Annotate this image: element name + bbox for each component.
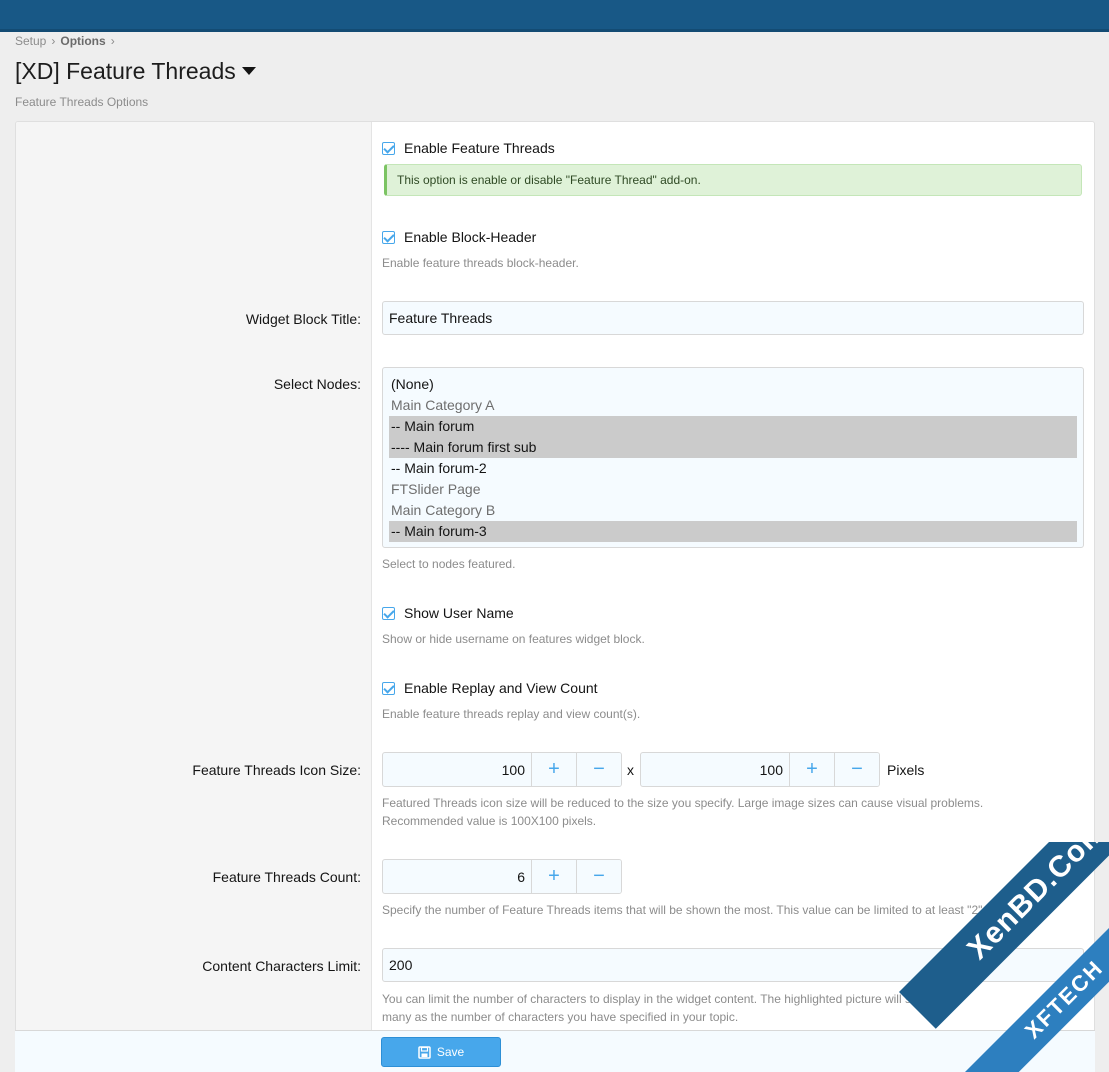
icon-height-input[interactable]: 100 xyxy=(641,753,789,786)
icon-size-hint-line2: Recommended value is 100X100 pixels. xyxy=(382,814,597,828)
icon-size-separator: x xyxy=(627,762,634,778)
icon-size-label: Feature Threads Icon Size: xyxy=(192,762,361,778)
plus-icon[interactable]: + xyxy=(531,753,576,786)
checkbox-checked-icon[interactable] xyxy=(382,606,395,620)
node-option-main-forum-2[interactable]: -- Main forum-2 xyxy=(389,458,1077,479)
show-user-name-label: Show User Name xyxy=(404,605,514,621)
enable-feature-threads-label: Enable Feature Threads xyxy=(404,140,555,156)
label-column xyxy=(16,122,372,1072)
save-button[interactable]: Save xyxy=(381,1037,501,1067)
enable-block-header-hint: Enable feature threads block-header. xyxy=(382,256,579,270)
save-button-label: Save xyxy=(436,1045,465,1059)
enable-replay-view-count-hint: Enable feature threads replay and view c… xyxy=(382,707,641,721)
checkbox-checked-icon[interactable] xyxy=(382,230,395,244)
page-title[interactable]: [XD] Feature Threads xyxy=(15,58,256,85)
node-option-none[interactable]: (None) xyxy=(389,374,1077,395)
select-nodes-listbox[interactable]: (None) Main Category A -- Main forum ---… xyxy=(382,367,1084,548)
node-option-ftslider-page[interactable]: FTSlider Page xyxy=(389,479,1077,500)
icon-height-stepper[interactable]: 100 + − xyxy=(640,752,880,787)
breadcrumb-setup[interactable]: Setup xyxy=(15,34,46,48)
caret-down-icon[interactable] xyxy=(241,66,256,75)
plus-icon[interactable]: + xyxy=(531,860,576,893)
chevron-right-icon: › xyxy=(110,34,115,48)
minus-icon[interactable]: − xyxy=(576,860,621,893)
top-nav-bar xyxy=(0,0,1109,32)
node-option-main-forum[interactable]: -- Main forum xyxy=(389,416,1077,437)
node-option-main-forum-3[interactable]: -- Main forum-3 xyxy=(389,521,1077,542)
select-nodes-hint: Select to nodes featured. xyxy=(382,557,516,571)
checkbox-checked-icon[interactable] xyxy=(382,681,395,695)
enable-block-header-label: Enable Block-Header xyxy=(404,229,537,245)
chevron-right-icon: › xyxy=(51,34,56,48)
node-option-main-forum-first-sub[interactable]: ---- Main forum first sub xyxy=(389,437,1077,458)
node-option-main-category-b[interactable]: Main Category B xyxy=(389,500,1077,521)
threads-count-label: Feature Threads Count: xyxy=(212,869,361,885)
icon-width-stepper[interactable]: 100 + − xyxy=(382,752,622,787)
icon-width-input[interactable]: 100 xyxy=(383,753,531,786)
enable-feature-threads-notice: This option is enable or disable "Featur… xyxy=(384,164,1082,196)
content-limit-hint-line1: You can limit the number of characters t… xyxy=(382,992,918,1006)
minus-icon[interactable]: − xyxy=(834,753,879,786)
icon-size-hint-line1: Featured Threads icon size will be reduc… xyxy=(382,796,984,810)
threads-count-stepper[interactable]: 6 + − xyxy=(382,859,622,894)
widget-block-title-label: Widget Block Title: xyxy=(245,311,361,327)
enable-replay-view-count-checkbox[interactable]: Enable Replay and View Count xyxy=(382,680,598,696)
enable-feature-threads-checkbox[interactable]: Enable Feature Threads xyxy=(382,140,555,156)
show-user-name-checkbox[interactable]: Show User Name xyxy=(382,605,514,621)
enable-replay-view-count-label: Enable Replay and View Count xyxy=(404,680,598,696)
content-limit-input[interactable]: 200 xyxy=(382,948,1084,982)
enable-block-header-checkbox[interactable]: Enable Block-Header xyxy=(382,229,536,245)
select-nodes-label: Select Nodes: xyxy=(273,376,361,392)
threads-count-hint: Specify the number of Feature Threads it… xyxy=(382,903,1008,917)
show-user-name-hint: Show or hide username on features widget… xyxy=(382,632,645,646)
breadcrumb: Setup › Options › xyxy=(15,34,120,48)
threads-count-input[interactable]: 6 xyxy=(383,860,531,893)
breadcrumb-options[interactable]: Options xyxy=(60,34,105,48)
content-limit-label: Content Characters Limit: xyxy=(202,958,361,974)
widget-block-title-input[interactable]: Feature Threads xyxy=(382,301,1084,335)
checkbox-checked-icon[interactable] xyxy=(382,141,395,155)
content-limit-hint-line2: many as the number of characters you hav… xyxy=(382,1010,739,1024)
page-description: Feature Threads Options xyxy=(15,95,149,109)
page-title-text: [XD] Feature Threads xyxy=(15,58,236,84)
icon-size-unit: Pixels xyxy=(887,762,925,778)
plus-icon[interactable]: + xyxy=(789,753,834,786)
options-form: Enable Feature Threads This option is en… xyxy=(15,121,1095,1072)
node-option-main-category-a[interactable]: Main Category A xyxy=(389,395,1077,416)
form-footer: Save xyxy=(15,1030,1095,1072)
save-icon xyxy=(418,1045,431,1059)
minus-icon[interactable]: − xyxy=(576,753,621,786)
